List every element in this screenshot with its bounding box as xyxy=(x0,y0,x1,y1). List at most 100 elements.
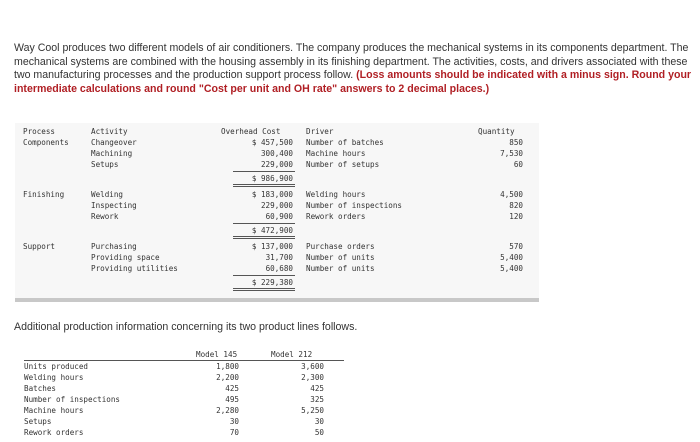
row-label: Number of inspections xyxy=(24,395,121,404)
model-145-value: 425 xyxy=(225,384,239,393)
cost-cell: $ 183,000 xyxy=(251,190,293,199)
subtotal-row: $ 229,380 xyxy=(15,277,539,288)
model-212-value: 5,250 xyxy=(301,406,324,415)
cost-cell: 60,680 xyxy=(265,264,293,273)
cost-cell: 31,700 xyxy=(265,253,293,262)
driver-cell: Purchase orders xyxy=(306,242,375,251)
activity-cell: Inspecting xyxy=(91,201,137,210)
model-212-value: 2,300 xyxy=(301,373,324,382)
quantity-cell: 120 xyxy=(509,212,523,221)
model-212-value: 30 xyxy=(314,417,324,426)
table-row: Batches 425 425 xyxy=(24,383,344,394)
subtotal-row: $ 986,900 xyxy=(15,173,539,184)
table-row: Number of inspections 495 325 xyxy=(24,394,344,405)
problem-statement: Way Cool produces two different models o… xyxy=(14,42,694,96)
driver-cell: Number of batches xyxy=(306,138,384,147)
driver-cell: Number of inspections xyxy=(306,201,403,210)
table-row: Rework orders 70 50 xyxy=(24,427,344,438)
header-model-212: Model 212 xyxy=(271,350,313,359)
quantity-cell: 5,400 xyxy=(500,264,523,273)
driver-cell: Rework orders xyxy=(306,212,366,221)
table-header-row: Process Activity Overhead Cost Driver Qu… xyxy=(15,126,539,137)
table-row: Welding hours 2,200 2,300 xyxy=(24,372,344,383)
table-row: Rework 60,900 Rework orders 120 xyxy=(15,211,539,222)
process-cell: Finishing xyxy=(23,190,65,199)
subtotal-row: $ 472,900 xyxy=(15,225,539,236)
total-double-rule xyxy=(233,236,295,239)
table-row: Inspecting 229,000 Number of inspections… xyxy=(15,200,539,211)
table-row: Machine hours 2,280 5,250 xyxy=(24,405,344,416)
cost-cell: $ 137,000 xyxy=(251,242,293,251)
activity-cost-panel: Process Activity Overhead Cost Driver Qu… xyxy=(15,123,539,302)
model-145-value: 2,200 xyxy=(216,373,239,382)
driver-cell: Machine hours xyxy=(306,149,366,158)
table-row: Setups 229,000 Number of setups 60 xyxy=(15,159,539,170)
model-145-value: 1,800 xyxy=(216,362,239,371)
row-label: Machine hours xyxy=(24,406,84,415)
process-cell: Components xyxy=(23,138,69,147)
table-row: Support Purchasing $ 137,000 Purchase or… xyxy=(15,241,539,252)
header-process: Process xyxy=(23,127,56,136)
quantity-cell: 820 xyxy=(509,201,523,210)
table-header-row: Model 145 Model 212 xyxy=(24,349,344,360)
activity-cell: Changeover xyxy=(91,138,137,147)
cost-cell: 300,400 xyxy=(260,149,293,158)
driver-cell: Number of units xyxy=(306,264,375,273)
cost-cell: $ 457,500 xyxy=(251,138,293,147)
table-row: Finishing Welding $ 183,000 Welding hour… xyxy=(15,189,539,200)
model-212-value: 3,600 xyxy=(301,362,324,371)
header-overhead-cost: Overhead Cost xyxy=(221,127,281,136)
table-row: Providing utilities 60,680 Number of uni… xyxy=(15,263,539,274)
quantity-cell: 7,530 xyxy=(500,149,523,158)
quantity-cell: 570 xyxy=(509,242,523,251)
table-row: Setups 30 30 xyxy=(24,416,344,427)
model-212-value: 50 xyxy=(314,428,324,437)
table-row: Providing space 31,700 Number of units 5… xyxy=(15,252,539,263)
subtotal-rule xyxy=(233,275,295,276)
row-label: Rework orders xyxy=(24,428,84,437)
header-activity: Activity xyxy=(91,127,128,136)
cost-cell: 229,000 xyxy=(260,160,293,169)
total-double-rule xyxy=(233,184,295,187)
header-model-145: Model 145 xyxy=(196,350,238,359)
row-label: Units produced xyxy=(24,362,89,371)
activity-cell: Purchasing xyxy=(91,242,137,251)
cost-cell: 60,900 xyxy=(265,212,293,221)
model-145-value: 30 xyxy=(229,417,239,426)
activity-cell: Providing space xyxy=(91,253,160,262)
model-145-value: 70 xyxy=(229,428,239,437)
cost-cell: 229,000 xyxy=(260,201,293,210)
production-info-table: Model 145 Model 212 Units produced 1,800… xyxy=(24,349,344,442)
activity-cell: Providing utilities xyxy=(91,264,178,273)
quantity-cell: 4,500 xyxy=(500,190,523,199)
row-label: Welding hours xyxy=(24,373,84,382)
driver-cell: Number of setups xyxy=(306,160,380,169)
table-row: Machining 300,400 Machine hours 7,530 xyxy=(15,148,539,159)
driver-cell: Welding hours xyxy=(306,190,366,199)
table-row: Units produced 1,800 3,600 xyxy=(24,361,344,372)
activity-cell: Welding xyxy=(91,190,124,199)
subtotal-cell: $ 472,900 xyxy=(251,226,293,235)
subtotal-cell: $ 229,380 xyxy=(251,278,293,287)
process-cell: Support xyxy=(23,242,56,251)
header-driver: Driver xyxy=(306,127,334,136)
model-145-value: 495 xyxy=(225,395,239,404)
total-double-rule xyxy=(233,288,295,291)
activity-cell: Setups xyxy=(91,160,119,169)
quantity-cell: 850 xyxy=(509,138,523,147)
subtotal-cell: $ 986,900 xyxy=(251,174,293,183)
model-145-value: 2,280 xyxy=(216,406,239,415)
quantity-cell: 5,400 xyxy=(500,253,523,262)
additional-info-text: Additional production information concer… xyxy=(14,321,358,333)
quantity-cell: 60 xyxy=(513,160,523,169)
header-quantity: Quantity xyxy=(478,127,515,136)
model-212-value: 325 xyxy=(310,395,324,404)
driver-cell: Number of units xyxy=(306,253,375,262)
subtotal-rule xyxy=(233,171,295,172)
row-label: Setups xyxy=(24,417,52,426)
model-212-value: 425 xyxy=(310,384,324,393)
subtotal-rule xyxy=(233,223,295,224)
activity-cell: Rework xyxy=(91,212,119,221)
row-label: Batches xyxy=(24,384,57,393)
table-row: Components Changeover $ 457,500 Number o… xyxy=(15,137,539,148)
